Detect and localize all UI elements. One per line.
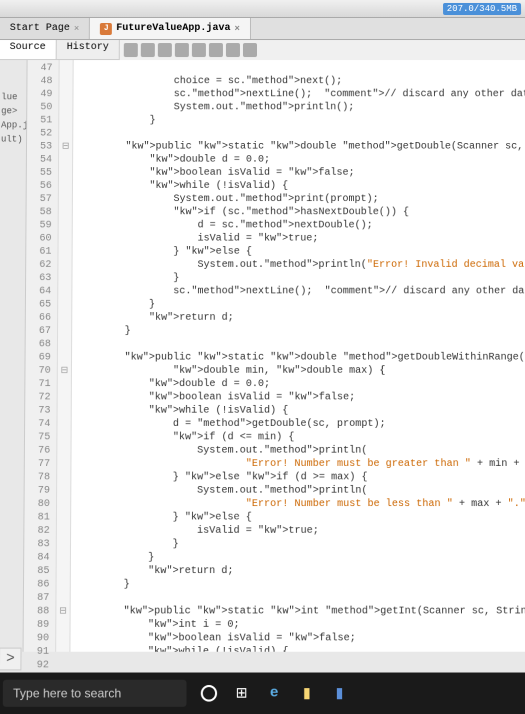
toolbar-icon[interactable] <box>175 43 189 57</box>
toolbar-icon[interactable] <box>192 43 206 57</box>
line-number-gutter: 4748495051525354555657585960616263646566… <box>24 60 60 652</box>
tab-futurevalueapp[interactable]: J FutureValueApp.java × <box>90 18 251 39</box>
title-bar: 207.0/340.5MB <box>0 0 525 18</box>
editor-toolbar <box>120 40 525 60</box>
toolbar-icon[interactable] <box>141 43 155 57</box>
toolbar-icon[interactable] <box>124 43 138 57</box>
toolbar-icon[interactable] <box>158 43 172 57</box>
edge-icon[interactable]: e <box>264 683 284 704</box>
tab-label: FutureValueApp.java <box>116 23 230 34</box>
sub-tabs: Source History <box>0 40 525 60</box>
code-editor[interactable]: choice = sc."method">next(); sc."method"… <box>70 60 525 652</box>
search-input[interactable]: Type here to search <box>3 680 187 707</box>
close-icon[interactable]: × <box>234 24 239 34</box>
editor-tabs: Start Page × J FutureValueApp.java × <box>0 18 525 40</box>
tab-start-page[interactable]: Start Page × <box>0 18 90 39</box>
cortana-icon[interactable] <box>199 683 219 704</box>
memory-indicator: 207.0/340.5MB <box>443 2 521 14</box>
nav-chevron-right-icon[interactable]: > <box>0 648 22 671</box>
tab-label: Start Page <box>10 23 70 34</box>
close-icon[interactable]: × <box>74 24 79 34</box>
toolbar-icon[interactable] <box>226 43 240 57</box>
subtab-history[interactable]: History <box>57 40 120 59</box>
side-label: ult) <box>0 132 26 146</box>
side-label: lue <box>0 90 26 104</box>
toolbar-icon[interactable] <box>209 43 223 57</box>
side-label: ge> <box>0 104 26 118</box>
side-label: App.j <box>0 118 26 132</box>
editor-area: lue ge> App.j ult) 474849505152535455565… <box>0 60 525 652</box>
subtab-source[interactable]: Source <box>0 40 57 59</box>
java-file-icon: J <box>100 23 112 35</box>
task-view-icon[interactable]: ⊞ <box>231 683 251 704</box>
folder-icon[interactable]: ▮ <box>297 683 317 704</box>
windows-taskbar: Type here to search ⊞ e ▮ ▮ <box>0 673 525 714</box>
app-icon[interactable]: ▮ <box>329 683 349 704</box>
toolbar-icon[interactable] <box>243 43 257 57</box>
